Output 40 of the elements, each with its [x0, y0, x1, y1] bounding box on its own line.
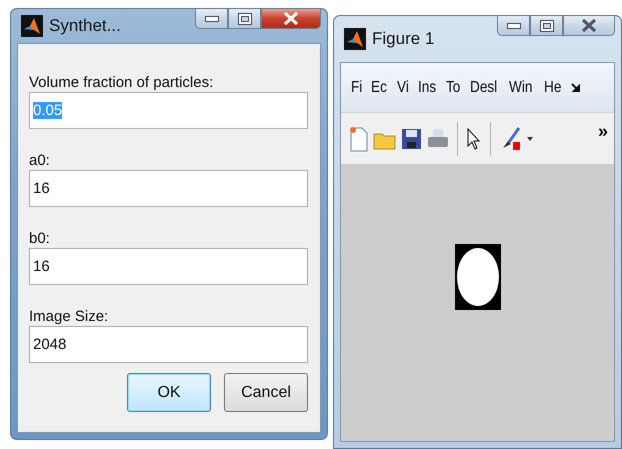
input-field[interactable]: 2048 — [29, 326, 308, 363]
field-label: b0: — [29, 230, 51, 248]
field-label: a0: — [29, 152, 51, 170]
menu-item[interactable]: He — [544, 78, 562, 96]
maximize-icon — [540, 20, 554, 32]
minimize-icon — [506, 22, 520, 28]
matlab-logo-icon — [21, 15, 43, 37]
menu-item[interactable]: To — [446, 78, 461, 96]
field-label: Volume fraction of particles: — [29, 74, 214, 92]
ok-button[interactable]: OK — [127, 373, 211, 412]
close-button[interactable] — [261, 9, 321, 29]
maximize-button[interactable] — [228, 9, 261, 29]
input-field[interactable]: 16 — [29, 170, 308, 207]
menu-item[interactable]: Vi — [397, 78, 409, 96]
particle-image-drawing — [454, 244, 500, 310]
matlab-logo-icon — [344, 28, 366, 50]
arrow-icon[interactable] — [571, 82, 582, 92]
maximize-icon — [238, 12, 252, 24]
field-label: Image Size: — [29, 308, 110, 326]
close-icon — [283, 12, 299, 25]
input-field[interactable]: 16 — [29, 248, 308, 285]
cancel-button[interactable]: Cancel — [224, 373, 308, 412]
caret-icon[interactable] — [527, 136, 533, 140]
close-button[interactable] — [563, 16, 615, 36]
maximize-button[interactable] — [530, 16, 563, 36]
menu-item[interactable]: Ins — [418, 78, 436, 96]
cursor-icon[interactable] — [466, 126, 482, 150]
menu-item[interactable]: Win — [509, 78, 533, 96]
menu-item[interactable]: Fi — [351, 78, 362, 96]
minimize-icon — [204, 16, 218, 22]
window-title: Figure 1 — [372, 29, 436, 49]
menu-item[interactable]: Desl — [470, 78, 498, 96]
new-file-icon[interactable] — [349, 126, 369, 152]
minimize-button[interactable] — [497, 16, 530, 36]
more-button[interactable]: » — [598, 121, 608, 142]
minimize-button[interactable] — [195, 9, 228, 29]
menu-item[interactable]: Ec — [371, 78, 388, 96]
save-icon[interactable] — [401, 126, 423, 150]
close-icon — [581, 19, 597, 32]
window-title: Synthet... — [49, 16, 122, 36]
